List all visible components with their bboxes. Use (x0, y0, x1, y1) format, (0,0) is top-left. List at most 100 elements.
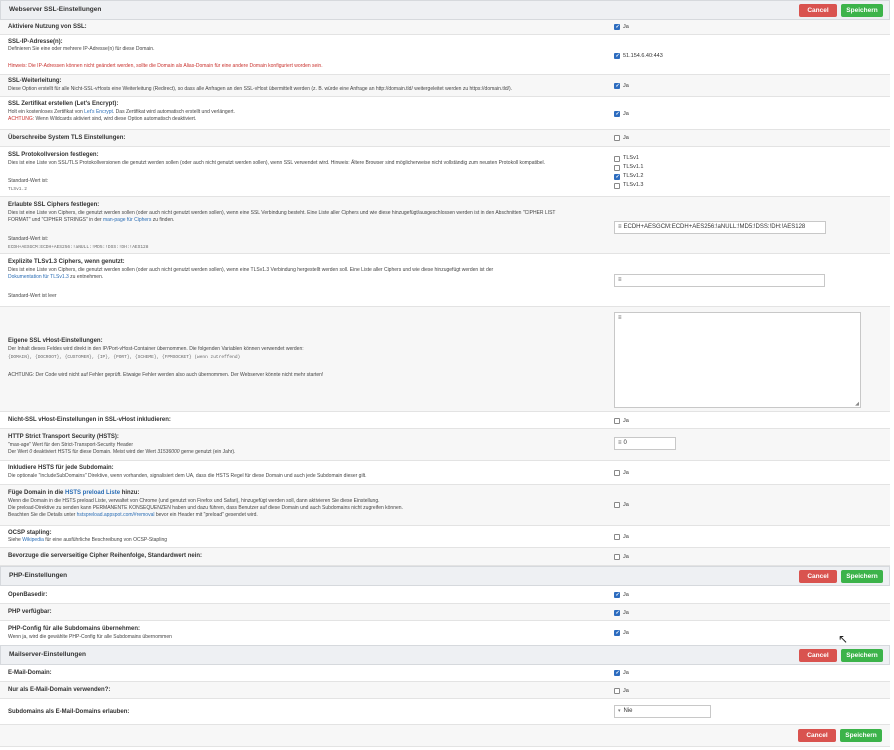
cipher-manpage-link[interactable]: man-page für Ciphers (103, 217, 151, 223)
save-button[interactable]: Speichern (841, 649, 883, 662)
tls13-ciphers-input[interactable]: ≡ (614, 274, 825, 287)
row-email-domain: E-Mail-Domain: Ja (0, 665, 890, 682)
save-button[interactable]: Speichern (840, 729, 882, 742)
php-subdomains-checkbox[interactable] (614, 630, 620, 636)
hsts-removal-link[interactable]: hstspreload.appspot.com/#removal (77, 512, 155, 518)
row-hsts-preload: Füge Domain in die HSTS preload Liste hi… (0, 485, 890, 526)
field-label: SSL-IP-Adresse(n): (8, 39, 63, 45)
ssl-vhost-textarea[interactable]: ≡ ◢ (614, 312, 861, 408)
field-description: Die optionale "includeSubDomains" Direkt… (8, 473, 367, 479)
default-label: Standard-Wert ist leer (8, 293, 57, 299)
email-domain-checkbox[interactable] (614, 670, 620, 676)
checkbox-label: Ja (623, 470, 629, 476)
row-only-email: Nur als E-Mail-Domain verwenden?: Ja (0, 682, 890, 699)
checkbox-label: Ja (623, 24, 629, 30)
field-description: Siehe Wikipedia für eine ausführliche Be… (8, 537, 167, 543)
default-value: ECDH+AESGCM:ECDH+AES256:!aNULL:!MD5:!DSS… (8, 245, 149, 250)
checkbox-label: TLSv1 (623, 155, 639, 161)
hsts-preload-link[interactable]: HSTS preload Liste (65, 490, 120, 496)
cancel-button[interactable]: Cancel (799, 4, 837, 17)
subdomains-email-select[interactable]: ▾ Nie (614, 705, 711, 718)
checkbox-label: 51.154.6.40:443 (623, 53, 663, 59)
ssl-ip-checkbox[interactable] (614, 53, 620, 59)
php-section-header: PHP-Einstellungen Cancel Speichern (0, 566, 890, 586)
row-ocsp: OCSP stapling: Siehe Wikipedia für eine … (0, 526, 890, 548)
field-description: Dies ist eine Liste von SSL/TLS Protokol… (8, 160, 546, 166)
wikipedia-link[interactable]: Wikipedia (22, 537, 44, 543)
field-label: Aktiviere Nutzung von SSL: (8, 24, 87, 30)
tlsv1-checkbox[interactable] (614, 156, 620, 162)
field-label: HTTP Strict Transport Security (HSTS): (8, 434, 119, 440)
lines-icon: ≡ (618, 277, 622, 283)
openbasedir-checkbox[interactable] (614, 592, 620, 598)
checkbox-label: TLSv1.3 (623, 182, 644, 188)
field-label: Überschreibe System TLS Einstellungen: (8, 135, 126, 141)
field-label: OCSP stapling: (8, 530, 52, 536)
ssl-redirect-checkbox[interactable] (614, 83, 620, 89)
field-warning: ACHTUNG: Wenn Wildcards aktiviert sind, … (8, 116, 197, 122)
cancel-button[interactable]: Cancel (799, 570, 837, 583)
ssl-ciphers-input[interactable]: ≡ ECDH+AESGCM:ECDH+AES256:!aNULL:!MD5:!DS… (614, 221, 826, 234)
field-label: PHP verfügbar: (8, 609, 52, 615)
hsts-subdomains-checkbox[interactable] (614, 470, 620, 476)
section-title: PHP-Einstellungen (9, 572, 68, 579)
row-php-subdomains: PHP-Config für alle Subdomains übernehme… (0, 621, 890, 646)
lines-icon: ≡ (618, 224, 622, 230)
checkbox-label: Ja (623, 688, 629, 694)
field-description: Diese Option erstellt für alle Nicht-SSL… (8, 86, 513, 92)
nonssl-vhost-checkbox[interactable] (614, 418, 620, 424)
only-email-checkbox[interactable] (614, 688, 620, 694)
letsencrypt-checkbox[interactable] (614, 111, 620, 117)
tlsv1-3-checkbox[interactable] (614, 183, 620, 189)
field-description: Dokumentation für TLSv1.3 zu entnehmen. (8, 274, 104, 280)
checkbox-label: Ja (623, 554, 629, 560)
field-label: Eigene SSL vHost-Einstellungen: (8, 338, 103, 344)
mouse-cursor-icon: ↖ (838, 632, 849, 646)
checkbox-label: Ja (623, 670, 629, 676)
row-tls13-ciphers: Explizite TLSv1.3 Ciphers, wenn genutzt:… (0, 254, 890, 307)
field-label: Subdomains als E-Mail-Domains erlauben: (8, 709, 130, 715)
save-button[interactable]: Speichern (841, 4, 883, 17)
row-subdomains-as-email: Subdomains als E-Mail-Domains erlauben: … (0, 699, 890, 725)
hsts-preload-checkbox[interactable] (614, 502, 620, 508)
field-label: SSL-Weiterleitung: (8, 78, 62, 84)
lines-icon: ≡ (618, 440, 622, 446)
letsencrypt-link[interactable]: Let's Encrypt (84, 109, 113, 115)
cancel-button[interactable]: Cancel (799, 649, 837, 662)
row-enable-ssl: Aktiviere Nutzung von SSL: Ja (0, 20, 890, 35)
row-hsts: HTTP Strict Transport Security (HSTS): "… (0, 429, 890, 461)
row-openbasedir: OpenBasedir: Ja (0, 586, 890, 604)
field-description: Der Inhalt dieses Feldes wird direkt in … (8, 346, 304, 352)
tls13-docs-link[interactable]: Dokumentation für TLSv1.3 (8, 274, 69, 280)
field-label: E-Mail-Domain: (8, 670, 52, 676)
row-ssl-ciphers: Erlaubte SSL Ciphers festlegen: Dies ist… (0, 197, 890, 254)
row-ssl-protocols: SSL Protokollversion festlegen: Dies ist… (0, 147, 890, 197)
tlsv1-2-checkbox[interactable] (614, 174, 620, 180)
php-available-checkbox[interactable] (614, 610, 620, 616)
row-ssl-vhost: Eigene SSL vHost-Einstellungen: Der Inha… (0, 307, 890, 412)
field-description: FORMAT" und "CIPHER STRINGS" in der man-… (8, 217, 175, 223)
field-warning: ACHTUNG: Der Code wird nicht auf Fehler … (8, 372, 324, 378)
default-label: Standard-Wert ist: (8, 236, 49, 242)
field-description: Beachten Sie die Details unter hstsprelo… (8, 512, 258, 518)
resize-handle-icon[interactable]: ◢ (855, 401, 859, 407)
checkbox-label: Ja (623, 135, 629, 141)
field-description: Definieren Sie eine oder mehrere IP-Adre… (8, 46, 155, 52)
field-label: Füge Domain in die HSTS preload Liste hi… (8, 490, 140, 496)
cipher-order-checkbox[interactable] (614, 554, 620, 560)
section-title: Webserver SSL-Einstellungen (9, 6, 102, 13)
row-php-available: PHP verfügbar: Ja (0, 604, 890, 621)
checkbox-label: Ja (623, 630, 629, 636)
checkbox-label: TLSv1.2 (623, 173, 644, 179)
cancel-button[interactable]: Cancel (798, 729, 836, 742)
tls-override-checkbox[interactable] (614, 135, 620, 141)
form-footer: Cancel Speichern (0, 725, 890, 747)
enable-ssl-checkbox[interactable] (614, 24, 620, 30)
ocsp-checkbox[interactable] (614, 534, 620, 540)
checkbox-label: Ja (623, 111, 629, 117)
row-cipher-order: Bevorzuge die serverseitige Cipher Reihe… (0, 548, 890, 566)
hsts-max-age-input[interactable]: ≡ 0 (614, 437, 676, 450)
row-ssl-ip: SSL-IP-Adresse(n): Definieren Sie eine o… (0, 35, 890, 75)
tlsv1-1-checkbox[interactable] (614, 165, 620, 171)
save-button[interactable]: Speichern (841, 570, 883, 583)
